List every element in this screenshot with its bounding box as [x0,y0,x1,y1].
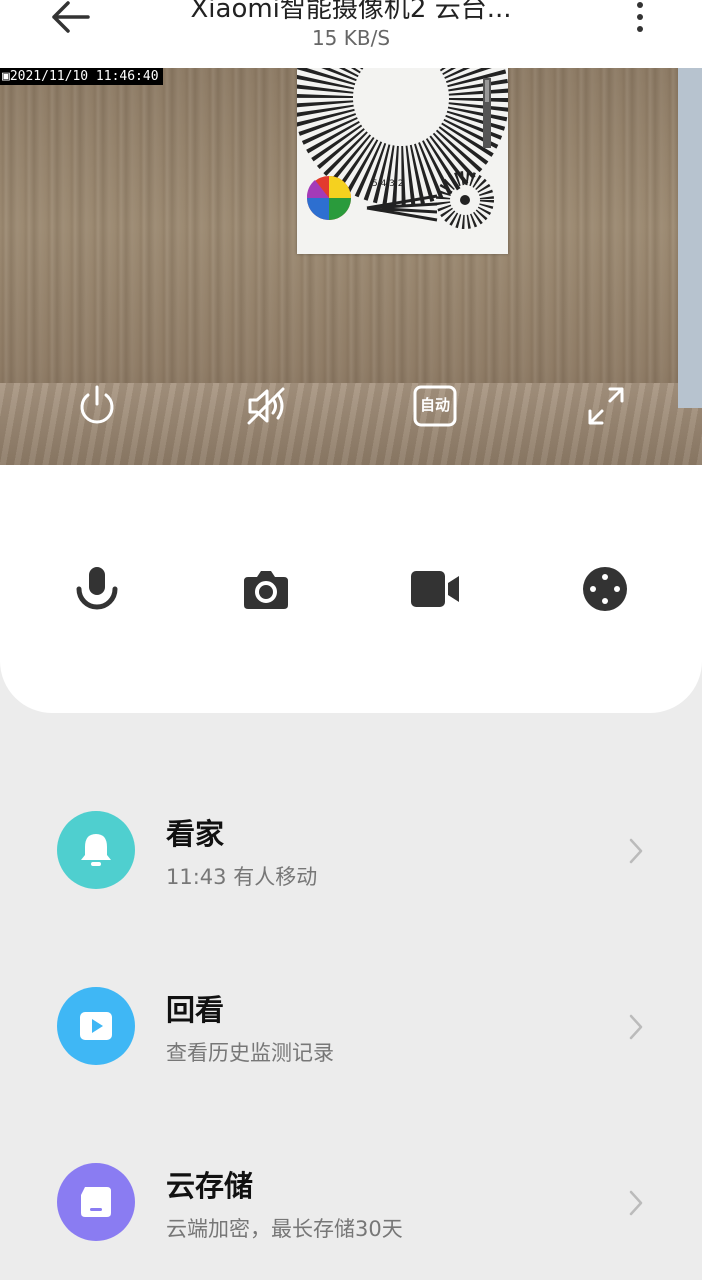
test-chart-image: 5 4 3 2 [297,68,508,254]
chevron-right-icon [629,1014,643,1040]
list-item-playback[interactable]: 回看 查看历史监测记录 [0,987,702,1083]
home-watch-icon-badge [57,811,135,889]
cloud-storage-icon [81,1187,111,1217]
more-button[interactable] [624,0,656,36]
quality-label: 自动 [419,396,450,414]
bell-icon [81,834,111,866]
svg-text:5 4 3 2: 5 4 3 2 [372,179,404,189]
play-icon [80,1012,112,1040]
row-title: 回看 [166,993,225,1027]
list-item-cloud-storage[interactable]: 云存储 云端加密，最长存储30天 [0,1163,702,1259]
timestamp-text: 2021/11/10 11:46:40 [9,69,159,84]
arrow-left-icon [52,1,90,33]
fullscreen-icon [588,387,624,425]
ptz-control-button[interactable] [581,565,629,613]
video-window-edge [678,68,702,408]
more-vertical-icon [637,2,643,32]
microphone-icon [76,567,118,610]
device-title: Xiaomi智能摄像机2 云台... [190,0,512,24]
camera-logo-icon: ▣ [2,69,10,84]
talk-button[interactable] [73,565,121,613]
row-title: 看家 [166,817,225,851]
record-button[interactable] [411,565,459,613]
camera-icon [244,571,288,609]
chevron-right-icon [629,1190,643,1216]
bitrate-label: 15 KB/S [311,26,391,50]
camera-page: Xiaomi智能摄像机2 云台... 15 KB/S 5 4 3 2 ▣2021… [0,0,702,1280]
top-bar: Xiaomi智能摄像机2 云台... 15 KB/S [0,0,702,68]
ptz-direction-icon [583,567,627,611]
quality-button[interactable]: 自动 [413,384,457,428]
back-button[interactable] [42,0,98,36]
video-timestamp: ▣2021/11/10 11:46:40 [0,68,163,85]
list-item-home-watch[interactable]: 看家 11:43 有人移动 [0,811,702,907]
video-record-icon [411,571,459,607]
action-panel [0,465,702,713]
row-subtitle: 11:43 有人移动 [166,865,318,889]
live-video[interactable]: 5 4 3 2 ▣2021/11/10 11:46:40 自动 [0,68,702,465]
power-icon [80,385,114,424]
mute-button[interactable] [244,384,288,428]
playback-icon-badge [57,987,135,1065]
snapshot-button[interactable] [242,565,290,613]
power-button[interactable] [75,384,119,428]
mute-icon [247,387,285,425]
chevron-right-icon [629,838,643,864]
fullscreen-button[interactable] [584,384,628,428]
row-subtitle: 云端加密，最长存储30天 [166,1217,403,1241]
row-title: 云存储 [166,1169,254,1203]
cloud-storage-icon-badge [57,1163,135,1241]
row-subtitle: 查看历史监测记录 [166,1041,334,1065]
